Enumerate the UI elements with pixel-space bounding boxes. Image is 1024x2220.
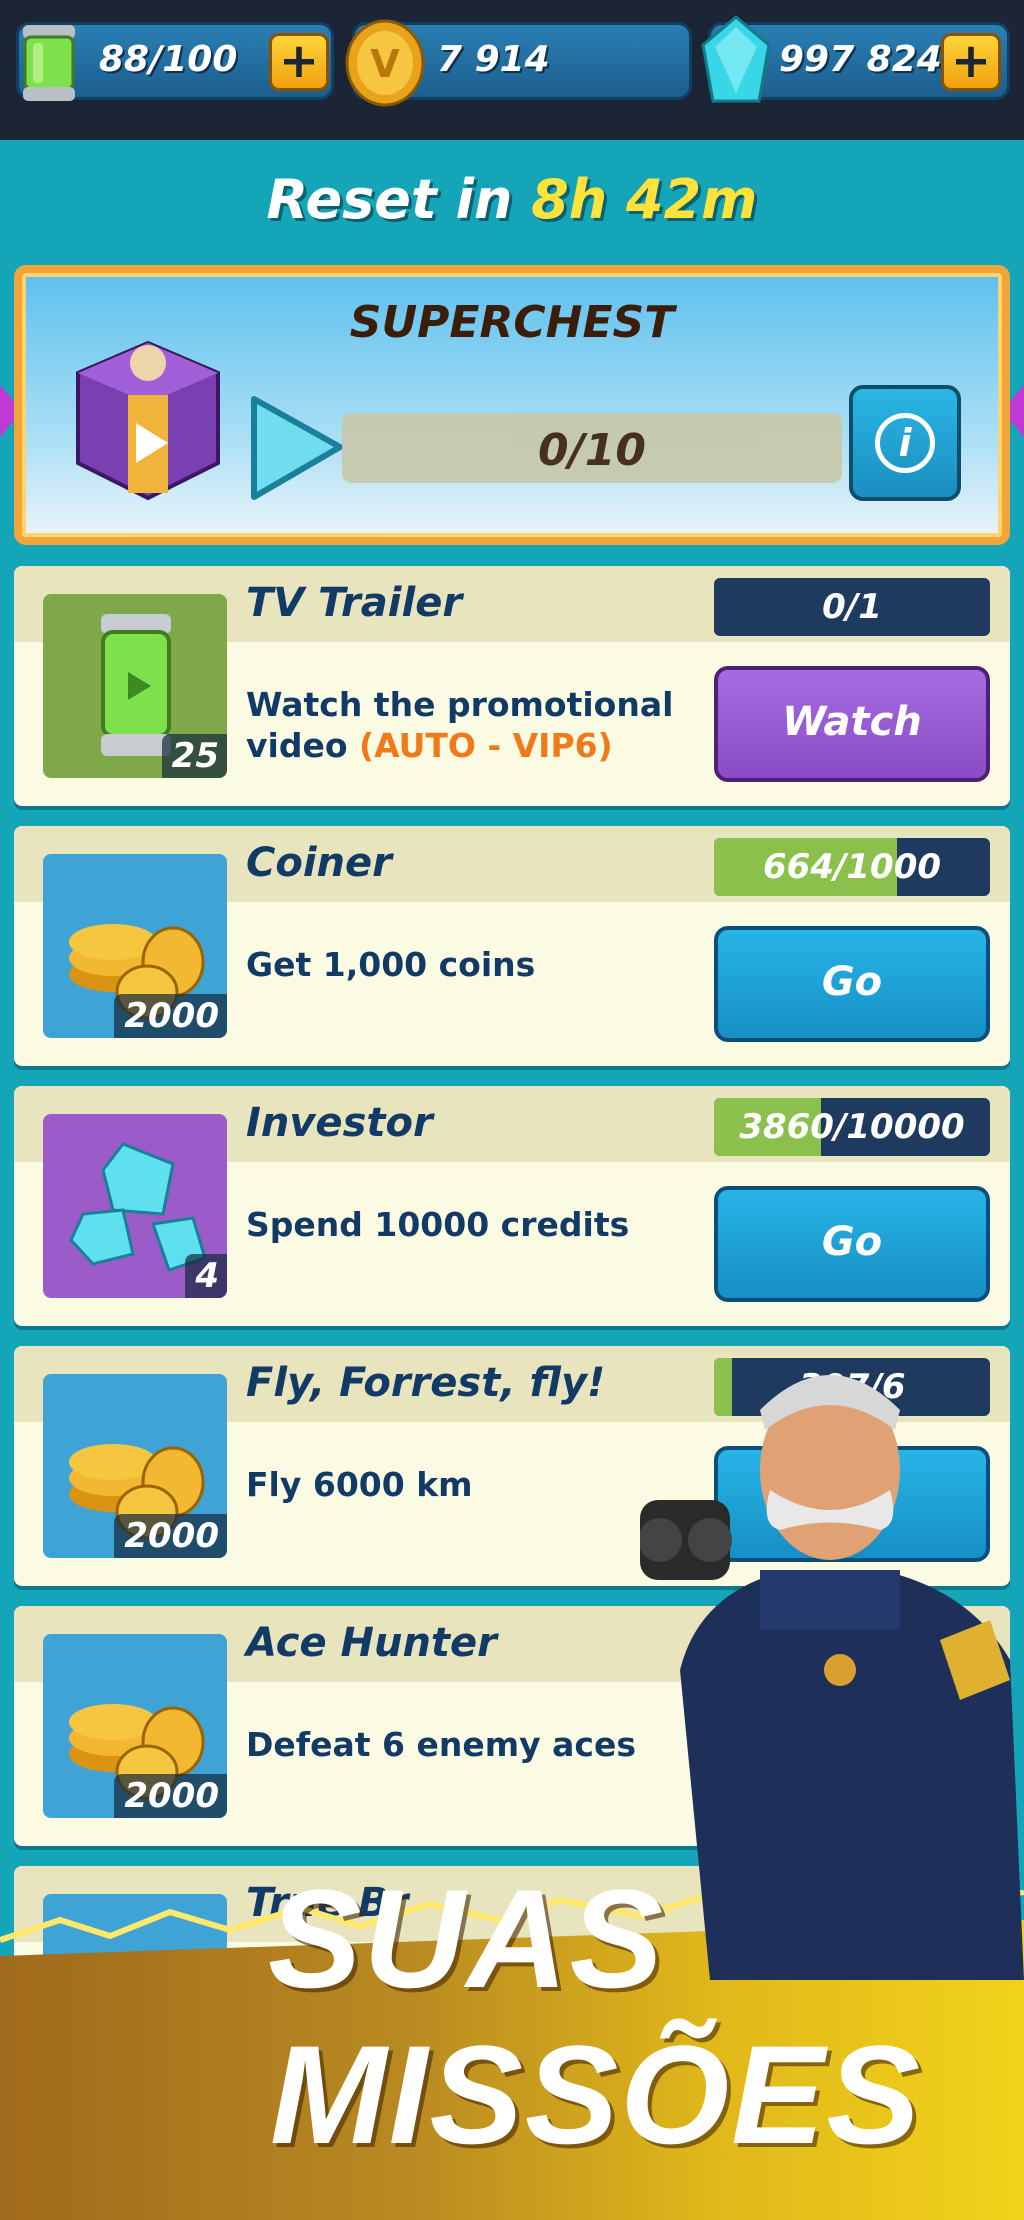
- mission-title: Investor: [246, 1100, 433, 1146]
- mission-description: Spend 10000 credits: [246, 1205, 630, 1244]
- superchest-progress-text: 0/10: [538, 425, 646, 476]
- superchest-progress-bar: 0/10: [342, 413, 842, 483]
- coins-counter: V 7 914: [345, 19, 692, 107]
- mission-progress-text: 3860/10000: [739, 1107, 965, 1147]
- svg-text:V: V: [370, 42, 400, 86]
- go-button[interactable]: Go: [714, 1186, 990, 1302]
- coin-icon: V: [345, 19, 425, 107]
- reset-label: Reset in: [266, 168, 513, 231]
- add-energy-button[interactable]: +: [269, 33, 329, 91]
- banner-line-2: MISSÕES: [270, 2016, 922, 2173]
- gems-counter[interactable]: 997 824 +: [701, 15, 1010, 103]
- mission-progress-bar: 3860/10000: [714, 1098, 990, 1156]
- mission-progress-text: 664/1000: [762, 847, 942, 887]
- mission-title: Fly, Forrest, fly!: [246, 1360, 606, 1406]
- add-gems-button[interactable]: +: [941, 33, 1001, 91]
- superchest-icon: [76, 340, 220, 501]
- mission-progress-bar: 664/1000: [714, 838, 990, 896]
- coins-stack-icon: 2000: [43, 1374, 227, 1558]
- energy-canister-icon: 25: [43, 594, 227, 778]
- mission-card: 4 Investor Spend 10000 credits 3860/10000 G…: [14, 1086, 1010, 1326]
- reset-timer: Reset in 8h 42m: [0, 168, 1024, 231]
- go-button[interactable]: Go: [714, 926, 990, 1042]
- energy-counter[interactable]: 88/100 +: [16, 22, 334, 101]
- gem-icon: [701, 15, 771, 103]
- mission-progress-text: 0/1: [822, 587, 882, 627]
- mission-title: Ace Hunter: [246, 1620, 497, 1666]
- reward-count: 2000: [114, 1514, 227, 1558]
- coins-stack-icon: 2000: [43, 1634, 227, 1818]
- reset-time: 8h 42m: [531, 168, 758, 231]
- superchest-panel: SUPERCHEST 0/10 i: [14, 265, 1010, 545]
- energy-canister-icon: [23, 25, 75, 101]
- mission-card: 25 TV Trailer Watch the promotional video …: [14, 566, 1010, 806]
- superchest-info-button[interactable]: i: [849, 385, 961, 501]
- reward-count: 25: [161, 734, 227, 778]
- reward-count: 4: [185, 1254, 227, 1298]
- watch-button[interactable]: Watch: [714, 666, 990, 782]
- play-arrow-icon: [251, 396, 343, 500]
- coins-stack-icon: 2000: [43, 854, 227, 1038]
- banner-line-1: SUAS: [268, 1860, 665, 2017]
- mission-description: Get 1,000 coins: [246, 945, 536, 984]
- gems-pile-icon: 4: [43, 1114, 227, 1298]
- reward-count: 2000: [114, 994, 227, 1038]
- energy-value: 88/100: [99, 39, 238, 80]
- commander-character-image: [640, 1375, 1024, 1980]
- reward-count: 2000: [114, 1774, 227, 1818]
- mission-title: Coiner: [246, 840, 392, 886]
- info-icon: i: [875, 413, 935, 473]
- mission-description: Watch the promotional video (AUTO - VIP6…: [246, 685, 674, 765]
- gems-value: 997 824: [779, 39, 942, 80]
- mission-description: Defeat 6 enemy aces: [246, 1725, 636, 1764]
- mission-description: Fly 6000 km: [246, 1465, 473, 1504]
- mission-title: TV Trailer: [246, 580, 463, 626]
- mission-card: 2000 Coiner Get 1,000 coins 664/1000 Go: [14, 826, 1010, 1066]
- coins-value: 7 914: [437, 39, 550, 80]
- resource-bar: 88/100 + V 7 914 997 824 +: [0, 0, 1024, 140]
- mission-highlight: (AUTO - VIP6): [359, 726, 613, 765]
- mission-progress-bar: 0/1: [714, 578, 990, 636]
